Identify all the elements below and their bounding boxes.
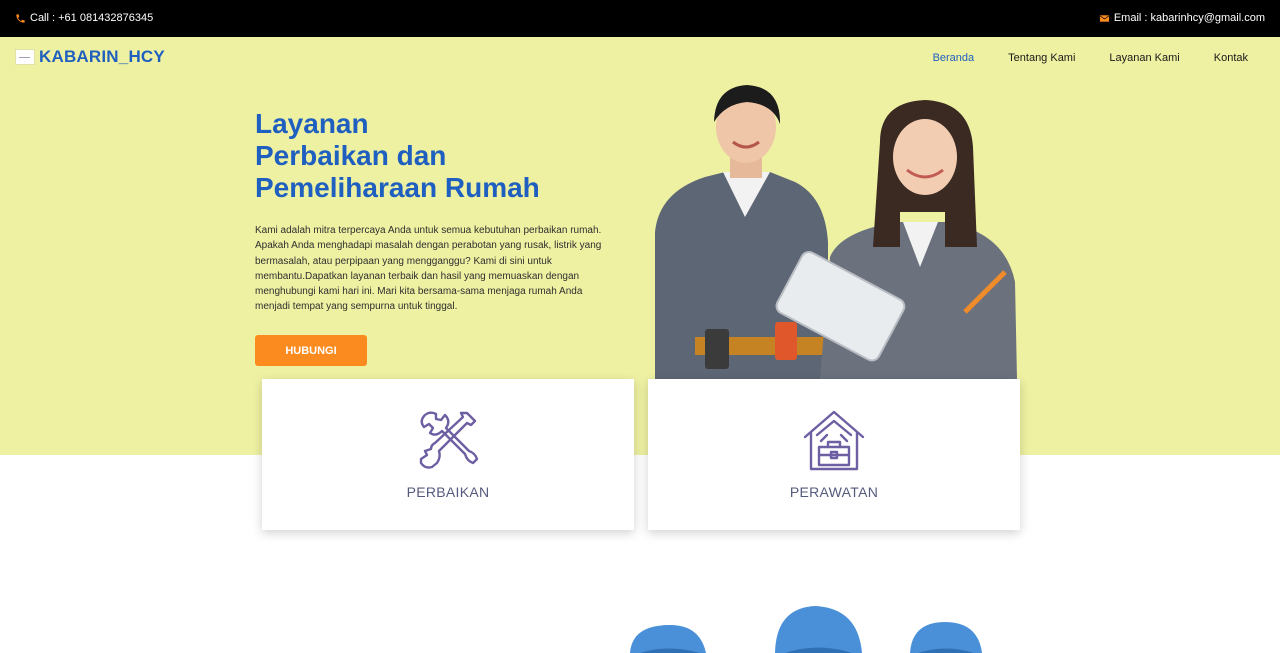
- envelope-icon: [1099, 14, 1110, 22]
- hero-title: Layanan Perbaikan dan Pemeliharaan Rumah: [255, 108, 635, 204]
- technicians-illustration: [655, 85, 1017, 379]
- nav-item-tentang-kami[interactable]: Tentang Kami: [1008, 52, 1075, 64]
- brand-logo[interactable]: KABARIN_HCY: [15, 47, 165, 67]
- contact-button[interactable]: HUBUNGI: [255, 335, 367, 366]
- hero-title-line-2: Perbaikan dan: [255, 140, 447, 171]
- hero-section: [0, 37, 1280, 455]
- email-info: Email : kabarinhcy@gmail.com: [1099, 12, 1265, 24]
- phone-icon: [16, 13, 25, 23]
- main-nav: Beranda Tentang Kami Layanan Kami Kontak: [933, 52, 1248, 64]
- brand-name: KABARIN_HCY: [39, 47, 165, 66]
- hero-description: Kami adalah mitra terpercaya Anda untuk …: [255, 225, 602, 313]
- service-card-perbaikan[interactable]: PERBAIKAN: [262, 379, 634, 530]
- service-card-perawatan[interactable]: PERAWATAN: [648, 379, 1020, 530]
- broken-logo-image: [15, 49, 35, 65]
- wrench-cross-icon: [419, 411, 479, 469]
- team-caps-illustration: [630, 606, 982, 653]
- call-info: Call : +61 081432876345: [15, 12, 153, 24]
- hero-title-line-3: Pemeliharaan Rumah: [255, 172, 540, 203]
- nav-item-beranda[interactable]: Beranda: [933, 52, 975, 64]
- top-contact-bar: Call : +61 081432876345 Email : kabarinh…: [0, 0, 1280, 37]
- email-text: Email : kabarinhcy@gmail.com: [1113, 12, 1265, 24]
- call-text: Call : +61 081432876345: [30, 12, 154, 24]
- hero-title-line-1: Layanan: [255, 108, 369, 139]
- nav-item-kontak[interactable]: Kontak: [1214, 52, 1248, 64]
- service-label-perbaikan: PERBAIKAN: [406, 484, 490, 500]
- technician-man-figure: [655, 85, 828, 379]
- nav-item-layanan-kami[interactable]: Layanan Kami: [1109, 52, 1179, 64]
- service-label-perawatan: PERAWATAN: [789, 484, 879, 500]
- house-toolbox-icon: [803, 410, 865, 471]
